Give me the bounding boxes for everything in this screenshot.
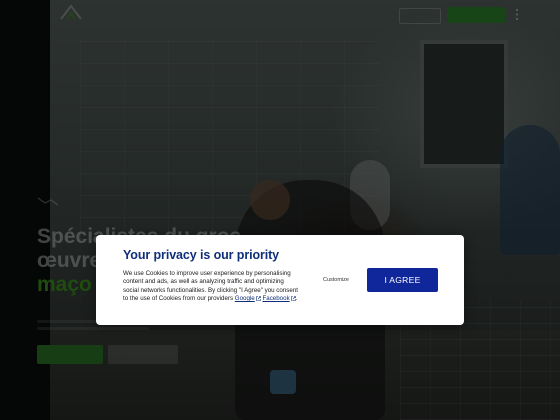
cookie-consent-dialog: Your privacy is our priority We use Cook… (96, 235, 464, 325)
consent-title: Your privacy is our priority (123, 248, 280, 262)
google-link-label: Google (234, 294, 255, 302)
consent-body: We use Cookies to improve user experienc… (123, 270, 299, 303)
facebook-link-label: Facebook (262, 294, 290, 302)
agree-button[interactable]: I AGREE (367, 268, 438, 292)
consent-body-end: . (295, 294, 298, 302)
facebook-link[interactable]: Facebook (262, 294, 296, 302)
external-link-icon (255, 295, 261, 301)
modal-overlay (0, 0, 560, 420)
page: Spécialistes du gros œuvre maço Your pri… (0, 0, 560, 420)
customize-button[interactable]: Customize (318, 274, 354, 286)
google-link[interactable]: Google (235, 295, 261, 302)
